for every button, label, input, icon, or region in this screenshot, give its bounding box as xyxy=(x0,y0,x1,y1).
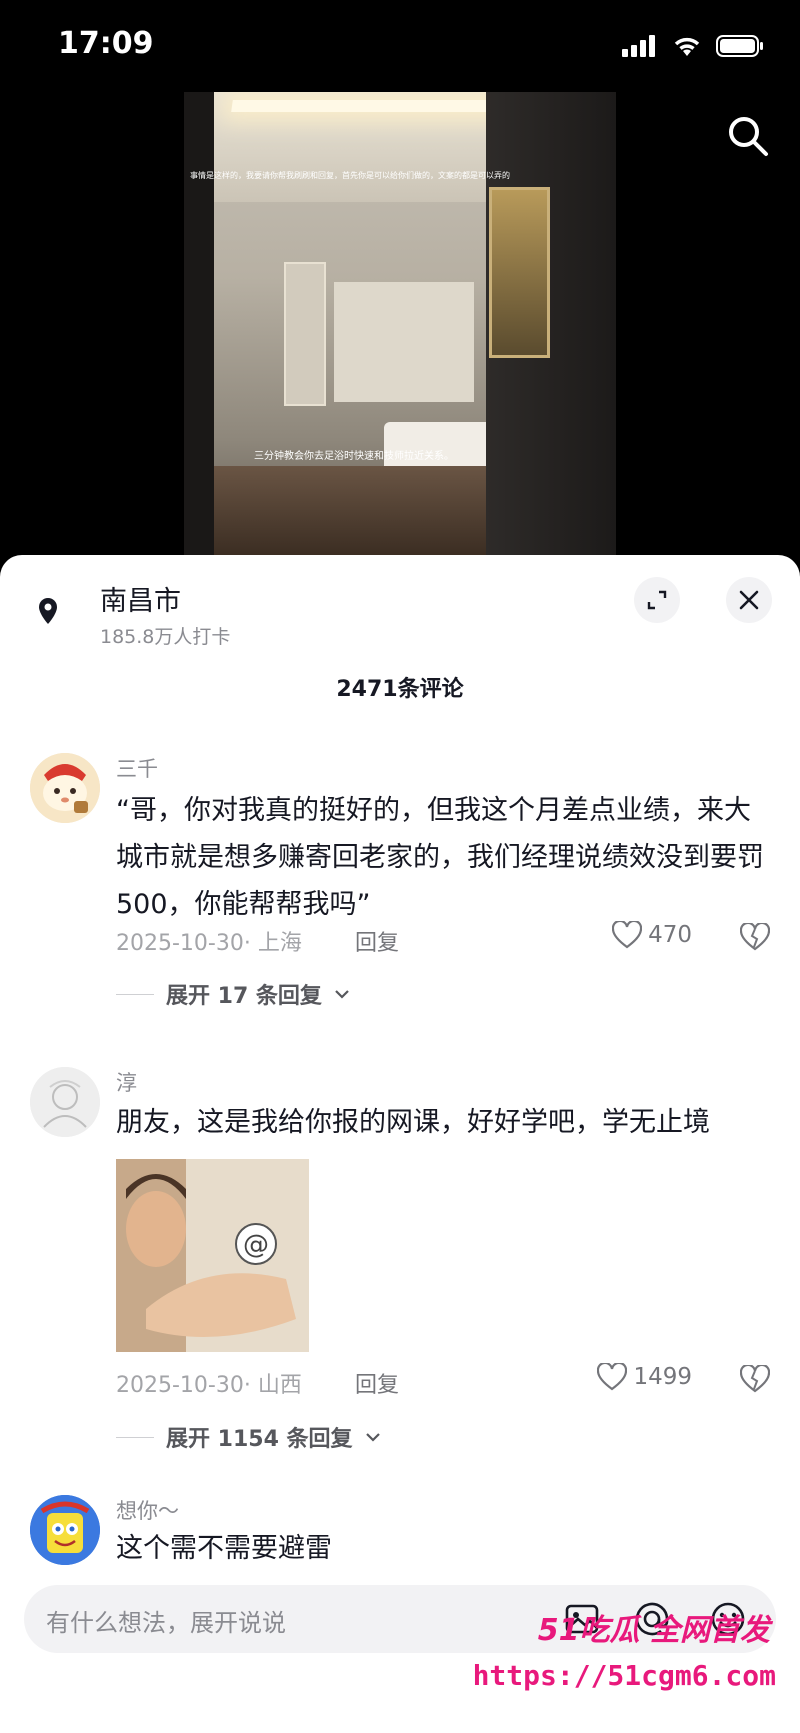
comment-text: “哥，你对我真的挺好的，但我这个月差点业绩，来大城市就是想多赚寄回老家的，我们经… xyxy=(116,795,764,920)
comment-username[interactable]: 想你～ xyxy=(116,1495,179,1525)
svg-text:@: @ xyxy=(243,1230,269,1260)
comment-text: 朋友，这是我给你报的网课，好好学吧，学无止境 xyxy=(116,1107,710,1138)
meme-image-icon: @ xyxy=(116,1159,309,1352)
broken-heart-icon[interactable] xyxy=(740,1365,770,1393)
reply-button[interactable]: 回复 xyxy=(355,925,399,957)
watermark-url: https://51cgm6.com xyxy=(472,1659,776,1692)
sketch-avatar-icon xyxy=(30,1067,100,1137)
like-button[interactable]: 470 xyxy=(612,921,692,949)
expand-icon xyxy=(647,590,667,610)
video-frame[interactable]: 事情是这样的，我要请你帮我刷刷和回复，首先你是可以给你们做的，文案的都是可以弄的… xyxy=(184,92,616,556)
like-count: 1499 xyxy=(633,1364,692,1390)
reply-button[interactable]: 回复 xyxy=(355,1367,399,1399)
video-left-wall xyxy=(184,92,214,556)
search-icon[interactable] xyxy=(724,112,772,160)
video-caption-bottom: 三分钟教会你去足浴时快速和技师拉近关系。 xyxy=(254,451,454,462)
expand-replies-button[interactable]: 展开 1154 条回复 xyxy=(116,1421,381,1453)
chevron-down-icon xyxy=(365,1433,380,1442)
like-button[interactable]: 1499 xyxy=(597,1363,692,1391)
comment-item: 淳 朋友，这是我给你报的网课，好好学吧，学无止境 @ 2025-10-30· 山… xyxy=(0,1067,800,1452)
signal-icon xyxy=(622,35,655,57)
heart-icon xyxy=(597,1363,628,1391)
comment-count: 2471条评论 xyxy=(336,677,464,702)
status-icons xyxy=(622,34,764,58)
close-icon xyxy=(739,590,759,610)
divider-line xyxy=(116,1436,154,1438)
video-light-strip xyxy=(231,100,523,112)
location-city[interactable]: 南昌市 xyxy=(100,579,181,618)
like-count: 470 xyxy=(648,922,692,948)
comment-item: 三千 “哥，你对我真的挺好的，但我这个月差点业绩，来大城市就是想多赚寄回老家的，… xyxy=(0,753,800,1009)
expand-replies-button[interactable]: 展开 17 条回复 xyxy=(116,978,350,1010)
expand-replies-label: 展开 17 条回复 xyxy=(166,984,322,1009)
spongebob-avatar-icon xyxy=(30,1495,100,1565)
battery-icon xyxy=(716,35,763,57)
video-caption-top: 事情是这样的，我要请你帮我刷刷和回复，首先你是可以给你们做的，文案的都是可以弄的 xyxy=(190,171,510,180)
close-sheet-button[interactable] xyxy=(726,577,772,623)
comment-sheet: 南昌市 185.8万人打卡 2471条评论 三千 “哥，你对我真的挺好的，但我这… xyxy=(0,555,800,1733)
comment-username[interactable]: 淳 xyxy=(116,1067,137,1097)
wifi-icon xyxy=(674,37,700,56)
comment-date-location: 2025-10-30· 山西 xyxy=(116,1373,302,1398)
video-window xyxy=(334,282,474,402)
heart-icon xyxy=(612,921,643,949)
site-watermark: 51吃瓜 全网首发 https://51cgm6.com xyxy=(473,1605,790,1725)
video-player[interactable]: 事情是这样的，我要请你帮我刷刷和回复，首先你是可以给你们做的，文案的都是可以弄的… xyxy=(0,92,800,556)
comment-date-location: 2025-10-30· 上海 xyxy=(116,931,302,956)
comment-image[interactable]: @ xyxy=(116,1159,309,1352)
avatar[interactable] xyxy=(30,753,100,823)
comment-text: 这个需不需要避雷 xyxy=(116,1533,332,1564)
avatar[interactable] xyxy=(30,1067,100,1137)
location-checkins: 185.8万人打卡 xyxy=(100,626,231,648)
comment-username[interactable]: 三千 xyxy=(116,753,158,783)
comment-item: 想你～ 这个需不需要避雷 xyxy=(0,1495,800,1575)
location-pin-icon[interactable] xyxy=(30,593,66,629)
comment-input-placeholder[interactable]: 有什么想法，展开说说 xyxy=(46,1603,286,1638)
broken-heart-icon[interactable] xyxy=(740,923,770,951)
divider-line xyxy=(116,993,154,995)
chevron-down-icon xyxy=(335,990,349,999)
expand-replies-label: 展开 1154 条回复 xyxy=(166,1427,353,1452)
watermark-line1: 51吃瓜 全网首发 xyxy=(537,1613,770,1648)
avatar[interactable] xyxy=(30,1495,100,1565)
cartoon-avatar-icon xyxy=(30,753,100,823)
expand-sheet-button[interactable] xyxy=(634,577,680,623)
status-bar: 17:09 xyxy=(0,0,800,92)
video-wall-panel xyxy=(284,262,326,406)
video-wall-picture xyxy=(489,187,550,358)
status-time: 17:09 xyxy=(58,26,154,61)
